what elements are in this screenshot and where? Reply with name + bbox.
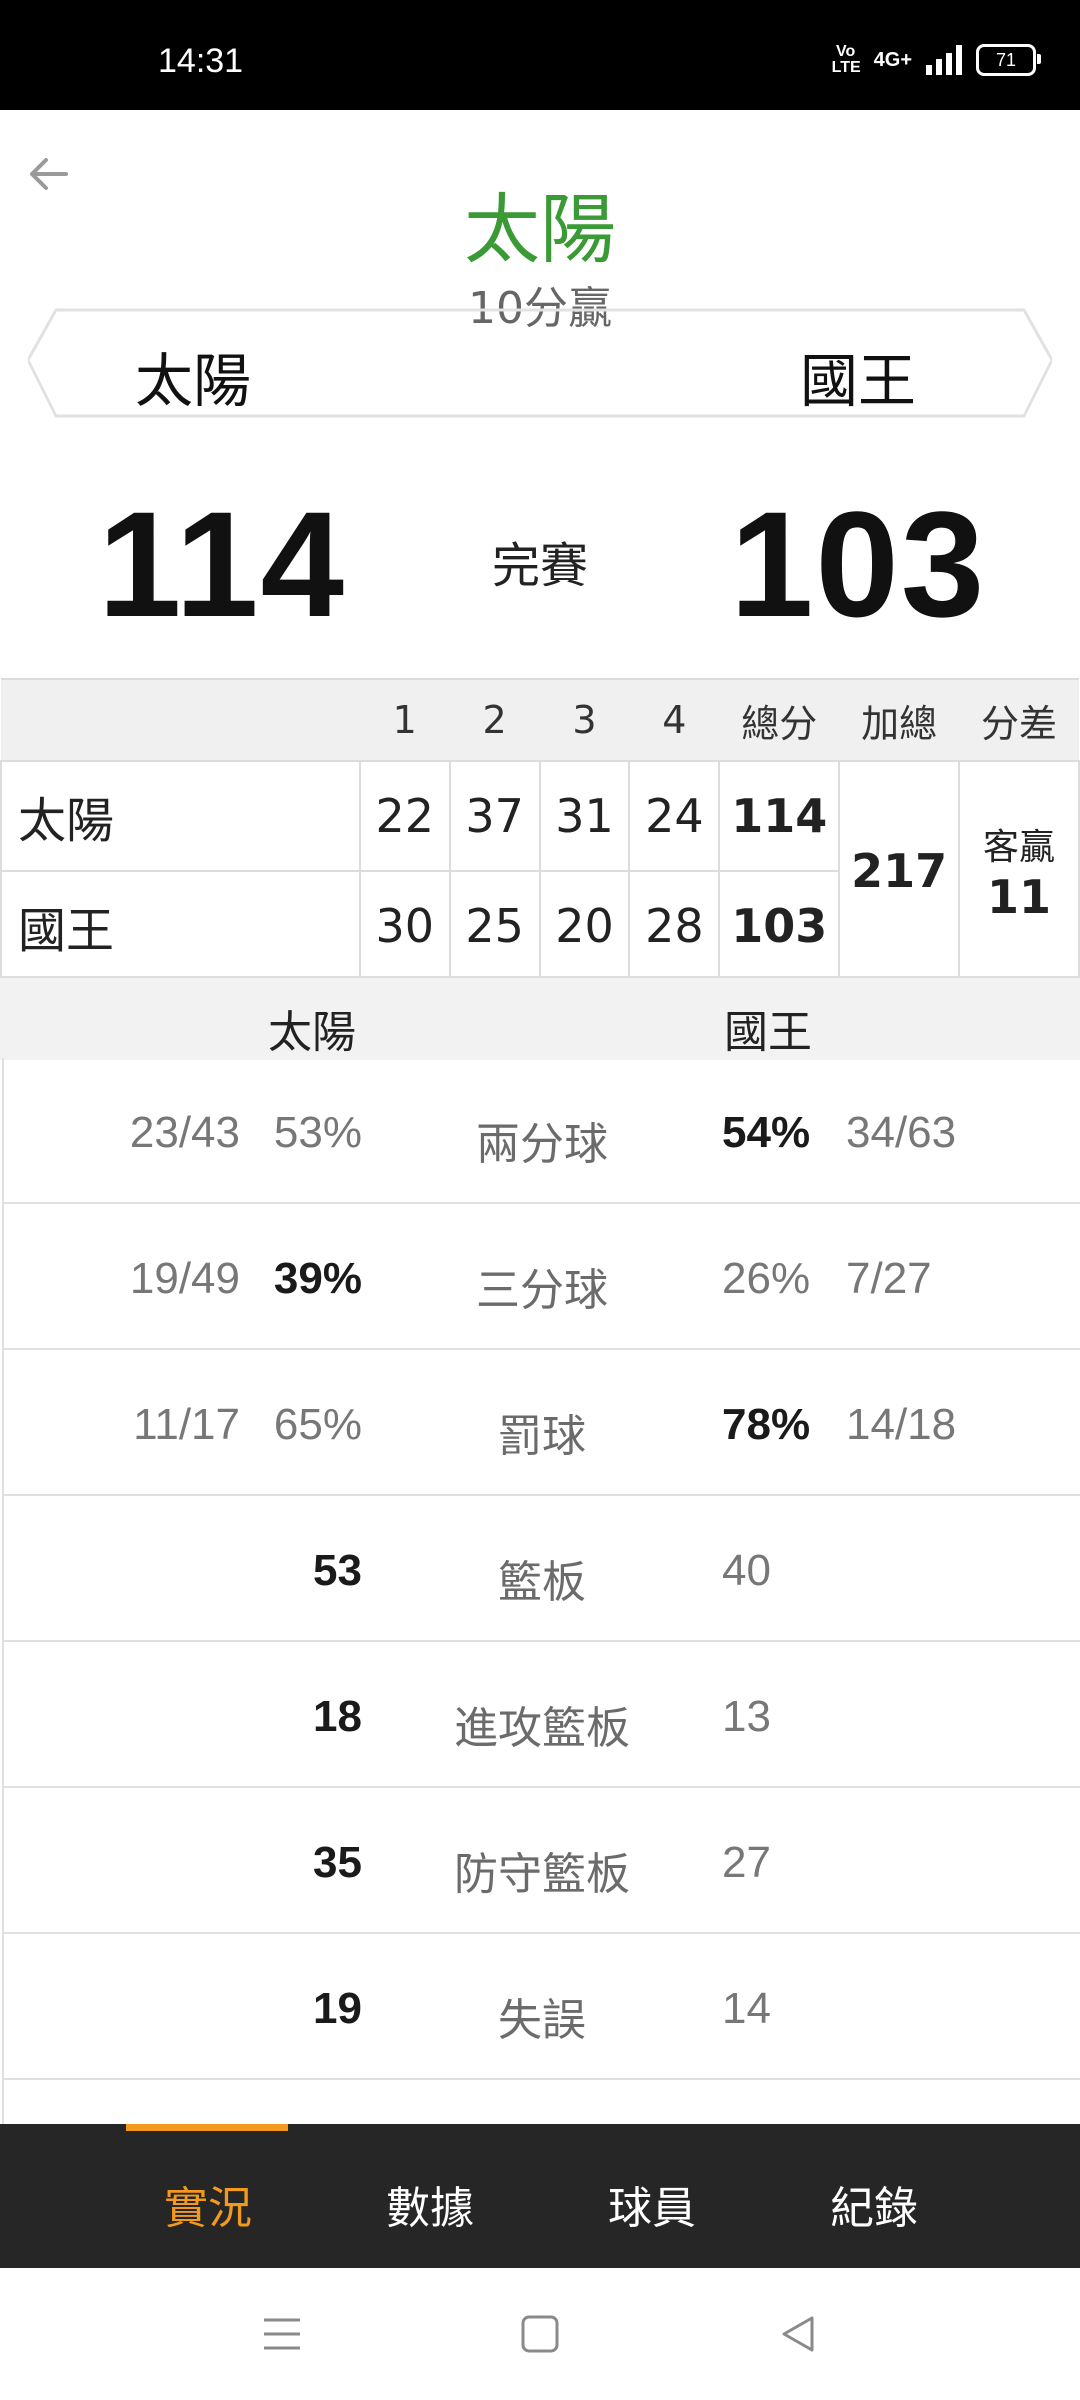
signal-icon xyxy=(926,45,962,75)
stat-row-partial xyxy=(4,2080,1080,2124)
diff-type: 客贏 xyxy=(983,827,1056,868)
battery-level: 71 xyxy=(995,49,1017,70)
stat-row: 53 籃板 40 xyxy=(4,1496,1080,1642)
header-cell xyxy=(1,678,360,762)
tab-live[interactable]: 實況 xyxy=(164,2172,252,2236)
stat-row: 19 失誤 14 xyxy=(4,1934,1080,2080)
header-cell: 1 xyxy=(359,678,450,762)
stat-right-value: 27 xyxy=(722,1838,771,1887)
stat-right-count: 14/18 xyxy=(846,1400,957,1449)
tab-players[interactable]: 球員 xyxy=(608,2172,696,2236)
network-type: 4G+ xyxy=(873,48,912,71)
leading-team: 太陽 xyxy=(464,185,616,274)
score-right: 103 xyxy=(730,480,987,648)
stat-row: 35 防守籃板 27 xyxy=(4,1788,1080,1934)
stat-right-value: 40 xyxy=(722,1546,771,1595)
stat-right-value: 26% xyxy=(722,1254,811,1303)
active-tab-indicator xyxy=(126,2124,288,2131)
quarter-cell: 30 xyxy=(358,870,451,982)
status-time: 14:31 xyxy=(158,42,244,80)
diff-cell: 客贏 11 xyxy=(958,760,1080,982)
team-cell: 太陽 xyxy=(0,760,361,872)
status-icons: Vo LTE 4G+ 71 xyxy=(831,43,1041,76)
stat-right-value: 14 xyxy=(722,1984,771,2033)
stat-right-value: 78% xyxy=(722,1400,811,1449)
menu-icon[interactable] xyxy=(262,2314,302,2354)
diff-value: 11 xyxy=(987,870,1052,924)
stat-row: 23/43 53% 兩分球 54% 34/63 xyxy=(4,1058,1080,1204)
system-nav-bar xyxy=(0,2268,1080,2400)
sum-cell: 217 xyxy=(838,760,961,982)
header-cell: 2 xyxy=(449,678,540,762)
stat-right-count: 34/63 xyxy=(846,1108,957,1157)
back-icon[interactable] xyxy=(778,2314,818,2354)
stat-right-count: 7/27 xyxy=(846,1254,932,1303)
stats-team-header: 太陽 國王 xyxy=(0,976,1080,1060)
quarter-cell: 28 xyxy=(628,870,721,982)
volte-icon: Vo LTE xyxy=(831,43,861,76)
total-cell: 114 xyxy=(718,760,841,872)
tab-records[interactable]: 紀錄 xyxy=(830,2172,918,2236)
stat-right-value: 13 xyxy=(722,1692,771,1741)
stat-row: 19/49 39% 三分球 26% 7/27 xyxy=(4,1204,1080,1350)
tab-data[interactable]: 數據 xyxy=(386,2172,474,2236)
quarter-cell: 31 xyxy=(538,760,631,872)
stat-label: 進攻籃板 xyxy=(454,1703,630,1754)
header-cell: 分差 xyxy=(959,678,1079,762)
team-left-name: 太陽 xyxy=(135,347,252,415)
quarter-cell: 22 xyxy=(358,760,451,872)
table-row: 太陽 22 37 31 24 114 217 客贏 11 xyxy=(0,760,1080,982)
team-right-name: 國王 xyxy=(800,347,917,415)
header-cell: 4 xyxy=(629,678,720,762)
battery-icon: 71 xyxy=(976,44,1041,76)
stat-row: 11/17 65% 罰球 78% 14/18 xyxy=(4,1350,1080,1496)
quarter-cell: 25 xyxy=(448,870,541,982)
stats-list[interactable]: 23/43 53% 兩分球 54% 34/63 19/49 39% 三分球 26… xyxy=(2,1058,1080,2124)
quarter-score-table: 1 2 3 4 總分 加總 分差 太陽 22 37 31 24 114 217 … xyxy=(0,678,1080,982)
header-cell: 3 xyxy=(539,678,630,762)
quarter-cell: 37 xyxy=(448,760,541,872)
stat-right-value: 54% xyxy=(722,1108,811,1157)
header-cell: 加總 xyxy=(839,678,960,762)
quarter-cell: 24 xyxy=(628,760,721,872)
stat-label: 籃板 xyxy=(498,1557,586,1608)
home-icon[interactable] xyxy=(520,2314,560,2354)
table-header: 1 2 3 4 總分 加總 分差 xyxy=(1,678,1079,762)
stat-label: 防守籃板 xyxy=(454,1849,630,1900)
header-cell: 總分 xyxy=(719,678,840,762)
total-cell: 103 xyxy=(718,870,841,982)
team-cell: 國王 xyxy=(0,870,361,982)
stat-row: 18 進攻籃板 13 xyxy=(4,1642,1080,1788)
bottom-tab-bar: 實況 數據 球員 紀錄 xyxy=(0,2124,1080,2268)
stats-team-right: 國王 xyxy=(724,1007,812,1058)
quarter-cell: 20 xyxy=(538,870,631,982)
stat-label: 失誤 xyxy=(498,1995,586,2046)
status-bar: 14:31 Vo LTE 4G+ 71 xyxy=(0,0,1080,110)
